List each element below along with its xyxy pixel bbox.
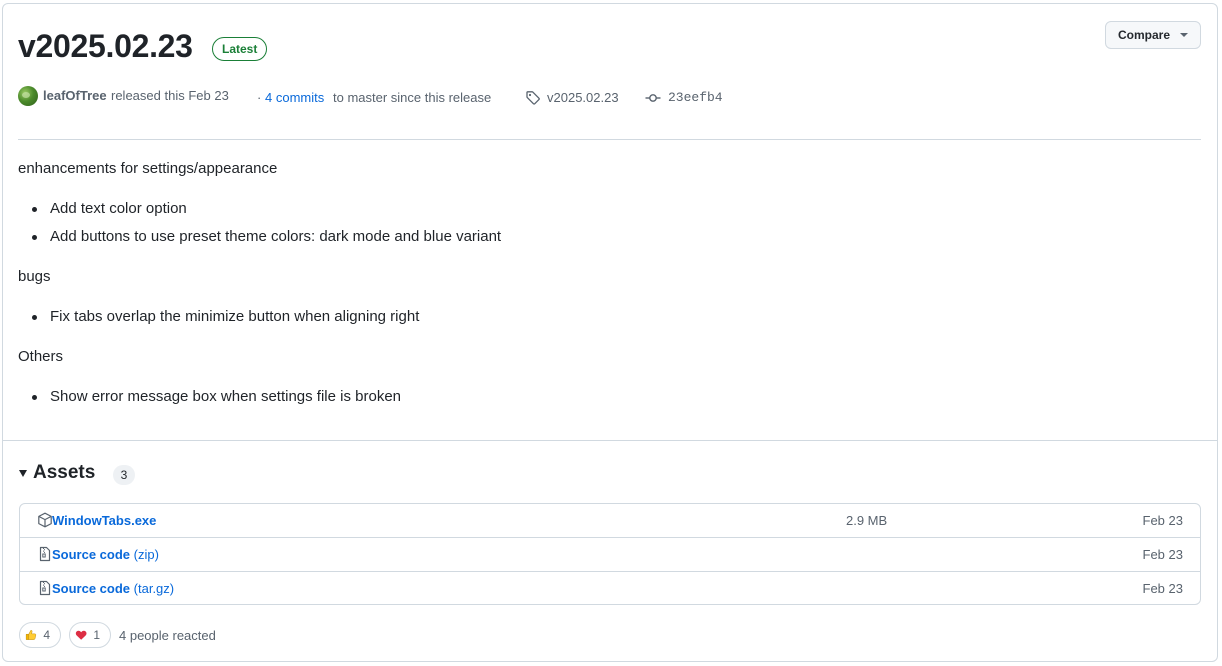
asset-row: WindowTabs.exe 2.9 MB Feb 23 xyxy=(20,504,1200,538)
compare-button[interactable]: Compare xyxy=(1105,21,1201,49)
list-item: Fix tabs overlap the minimize button whe… xyxy=(31,308,420,325)
list-item: Add text color option xyxy=(32,200,187,217)
reaction-count: 1 xyxy=(93,628,100,642)
assets-list: WindowTabs.exe 2.9 MB Feb 23 Source code… xyxy=(19,503,1201,605)
commit-sha-link[interactable]: 23eefb4 xyxy=(668,90,723,105)
list-item: Show error message box when settings fil… xyxy=(31,388,402,405)
asset-name: Source code xyxy=(52,581,131,596)
asset-suffix: (tar.gz) xyxy=(133,581,175,596)
file-zip-icon xyxy=(39,546,51,562)
release-title[interactable]: v2025.02.23 xyxy=(18,26,193,66)
notes-heading-enhancements: enhancements for settings/appearance xyxy=(18,160,278,177)
commit-icon xyxy=(645,94,661,102)
assets-count-badge: 3 xyxy=(113,465,135,485)
asset-row: Source code (tar.gz) Feb 23 xyxy=(20,571,1200,605)
reaction-heart-button[interactable]: 1 xyxy=(69,622,111,648)
asset-link[interactable]: Source code (tar.gz) xyxy=(52,581,174,596)
asset-row: Source code (zip) Feb 23 xyxy=(20,537,1200,571)
divider xyxy=(18,139,1201,140)
commits-link[interactable]: 4 commits xyxy=(265,90,324,105)
asset-link[interactable]: WindowTabs.exe xyxy=(52,513,156,528)
list-item: Add buttons to use preset theme colors: … xyxy=(31,228,502,245)
assets-collapse-toggle[interactable] xyxy=(18,466,30,480)
notes-heading-bugs: bugs xyxy=(18,268,51,285)
asset-date: Feb 23 xyxy=(1142,513,1183,528)
heart-icon xyxy=(75,630,87,640)
asset-name: WindowTabs.exe xyxy=(52,513,157,528)
reaction-thumbs-up-button[interactable]: 4 xyxy=(19,622,61,648)
avatar[interactable] xyxy=(18,86,38,106)
file-zip-icon xyxy=(39,580,51,596)
reactions-summary: 4 people reacted xyxy=(119,628,216,643)
reaction-count: 4 xyxy=(43,628,50,642)
author-link[interactable]: leafOfTree xyxy=(43,88,107,103)
tag-icon xyxy=(526,91,540,105)
commits-separator: · xyxy=(257,90,262,105)
latest-badge: Latest xyxy=(212,37,268,61)
asset-size: 2.9 MB xyxy=(846,513,888,528)
asset-link[interactable]: Source code (zip) xyxy=(52,547,159,562)
asset-suffix: (zip) xyxy=(133,547,159,562)
tag-link[interactable]: v2025.02.23 xyxy=(547,90,619,105)
chevron-down-icon xyxy=(1180,33,1188,37)
asset-date: Feb 23 xyxy=(1142,581,1183,596)
divider xyxy=(3,440,1217,441)
package-icon xyxy=(38,512,52,528)
asset-date: Feb 23 xyxy=(1142,547,1183,562)
released-text: released this Feb 23 xyxy=(111,88,229,103)
thumbs-up-icon xyxy=(25,630,37,640)
commits-suffix: to master since this release xyxy=(333,90,492,105)
compare-label: Compare xyxy=(1118,28,1171,42)
asset-name: Source code xyxy=(52,547,131,562)
notes-heading-others: Others xyxy=(18,348,64,365)
assets-heading[interactable]: Assets xyxy=(33,462,95,484)
